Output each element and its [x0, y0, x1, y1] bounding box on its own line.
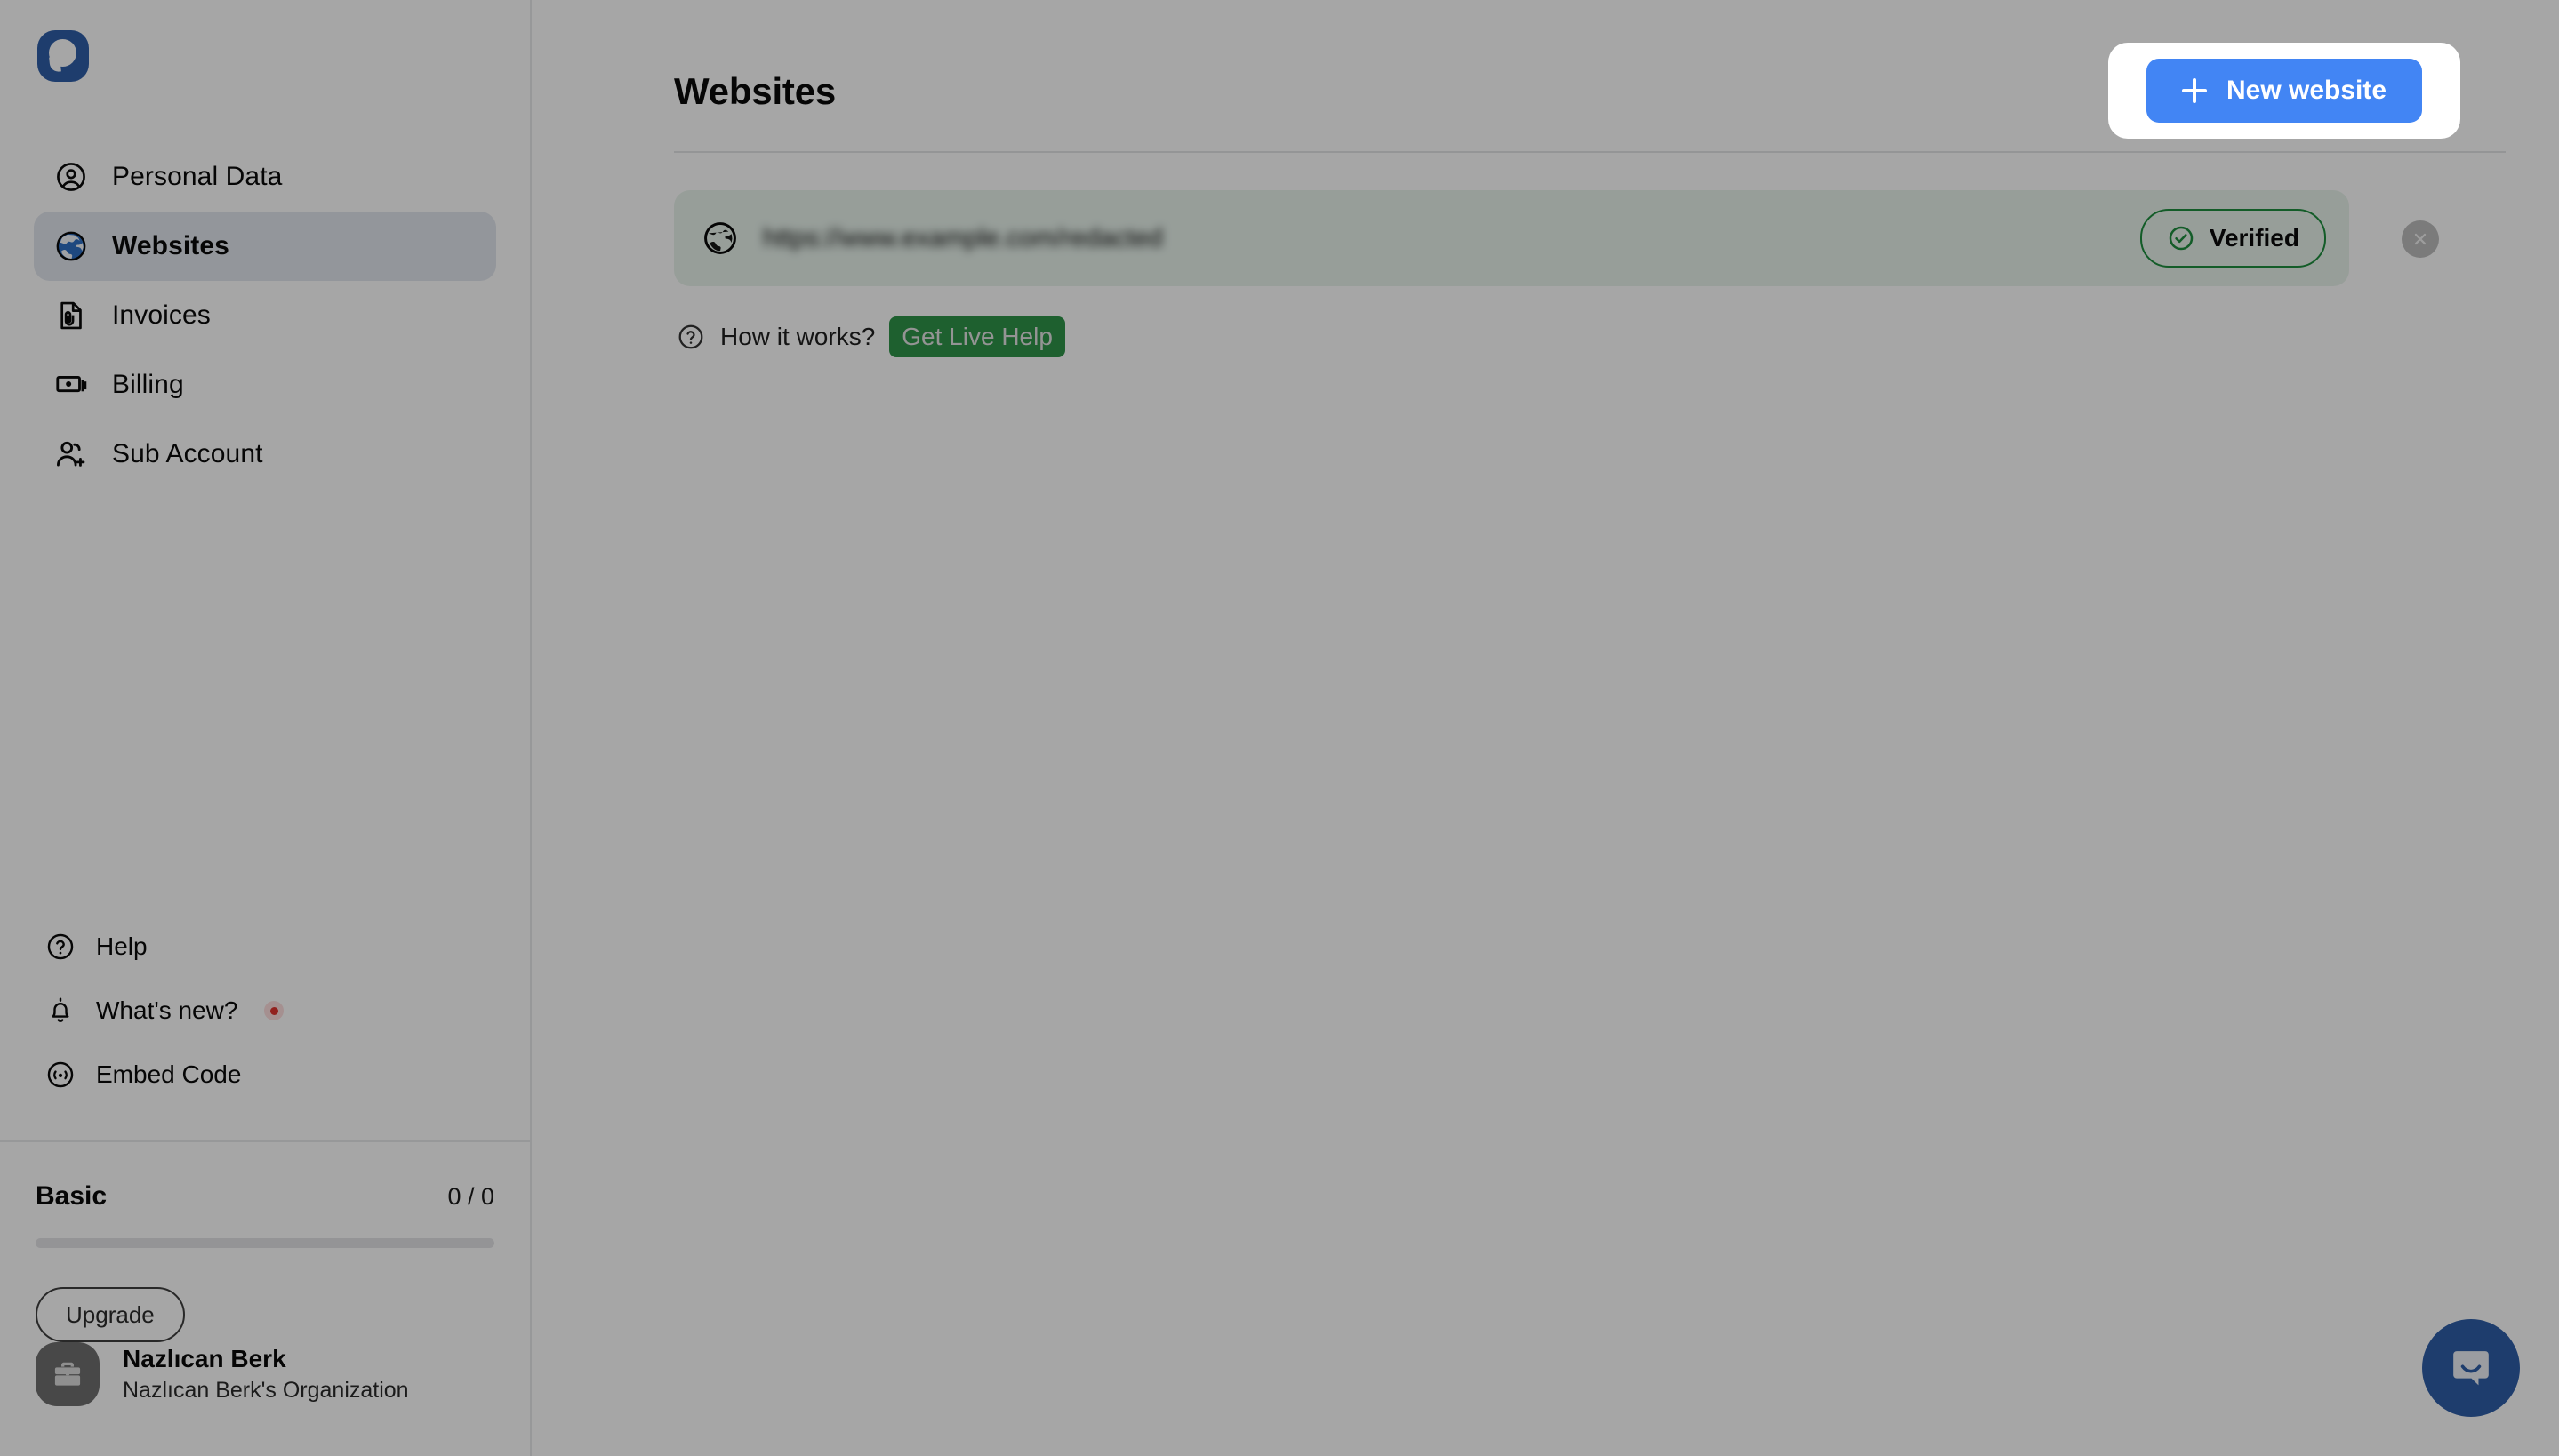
question-circle-icon [44, 931, 76, 963]
upgrade-button[interactable]: Upgrade [36, 1287, 185, 1342]
banknote-icon [53, 367, 89, 403]
sidebar-item-whats-new[interactable]: What's new? [34, 979, 496, 1043]
globe-icon [701, 219, 740, 258]
account-organization: Nazlıcan Berk's Organization [123, 1377, 409, 1403]
account-name: Nazlıcan Berk [123, 1344, 286, 1372]
how-it-works-row: How it works? Get Live Help [674, 316, 2506, 357]
plan-progress-bar [36, 1238, 494, 1248]
app-logo[interactable] [0, 0, 530, 117]
sidebar-item-help[interactable]: Help [34, 915, 496, 979]
new-website-button-label: New website [2226, 76, 2387, 105]
plus-icon [2181, 78, 2207, 103]
account-text: Nazlıcan Berk Nazlıcan Berk's Organizati… [123, 1344, 409, 1403]
primary-navigation: Personal Data Websites Invoices Billing … [0, 117, 530, 489]
broadcast-icon [44, 1059, 76, 1091]
avatar [36, 1342, 100, 1406]
page-title: Websites [674, 70, 837, 112]
sidebar: Personal Data Websites Invoices Billing … [0, 0, 532, 1456]
remove-website-button[interactable] [2402, 220, 2439, 258]
sidebar-item-personal-data[interactable]: Personal Data [34, 142, 496, 212]
briefcase-icon [54, 1362, 81, 1386]
sidebar-item-invoices[interactable]: Invoices [34, 281, 496, 350]
table-row[interactable]: https://www.example.com/redacted Verifie… [674, 190, 2439, 286]
intercom-chat-bubble-icon [2453, 1351, 2489, 1386]
sidebar-item-label: Invoices [112, 300, 211, 330]
status-badge-label: Verified [2209, 224, 2299, 252]
paykassma-bubble-logo-icon [37, 30, 89, 82]
tour-spotlight-card: New website [2108, 43, 2460, 139]
bell-icon [44, 995, 76, 1027]
website-list: https://www.example.com/redacted Verifie… [674, 190, 2506, 286]
plan-usage: 0 / 0 [447, 1183, 494, 1210]
header-divider [674, 151, 2506, 153]
sidebar-item-websites[interactable]: Websites [34, 212, 496, 281]
sidebar-item-label: Embed Code [96, 1060, 242, 1088]
sidebar-item-label: Sub Account [112, 439, 263, 468]
close-icon [2414, 233, 2427, 245]
main-content: Websites https://www.example.com/redacte… [532, 0, 2559, 1456]
website-url: https://www.example.com/redacted [763, 223, 1163, 252]
user-circle-icon [53, 159, 89, 195]
whats-new-notification-dot [264, 1001, 285, 1020]
account-switcher[interactable]: Nazlıcan Berk Nazlıcan Berk's Organizati… [0, 1342, 530, 1456]
sidebar-item-label: Personal Data [112, 162, 283, 191]
status-badge: Verified [2139, 209, 2326, 268]
plan-header: Basic 0 / 0 [36, 1181, 494, 1212]
invoice-document-icon [53, 298, 89, 333]
sidebar-item-label: Help [96, 932, 148, 960]
plan-summary: Basic 0 / 0 Upgrade [0, 1142, 530, 1342]
get-live-help-button[interactable]: Get Live Help [889, 316, 1065, 357]
sidebar-item-billing[interactable]: Billing [34, 350, 496, 420]
sidebar-item-sub-account[interactable]: Sub Account [34, 420, 496, 489]
question-circle-icon [676, 322, 706, 352]
sidebar-item-label: Websites [112, 231, 229, 260]
sidebar-item-label: Billing [112, 370, 184, 399]
check-circle-icon [2169, 226, 2194, 251]
plan-name: Basic [36, 1181, 108, 1211]
new-website-button[interactable]: New website [2146, 59, 2423, 123]
chat-launcher-button[interactable] [2422, 1319, 2520, 1417]
sidebar-item-label: What's new? [96, 996, 238, 1024]
how-it-works-label: How it works? [720, 323, 876, 350]
sidebar-item-embed-code[interactable]: Embed Code [34, 1043, 496, 1107]
secondary-navigation: Help What's new? Embed Code [0, 915, 530, 1140]
user-plus-icon [53, 436, 89, 472]
globe-icon [53, 228, 89, 264]
